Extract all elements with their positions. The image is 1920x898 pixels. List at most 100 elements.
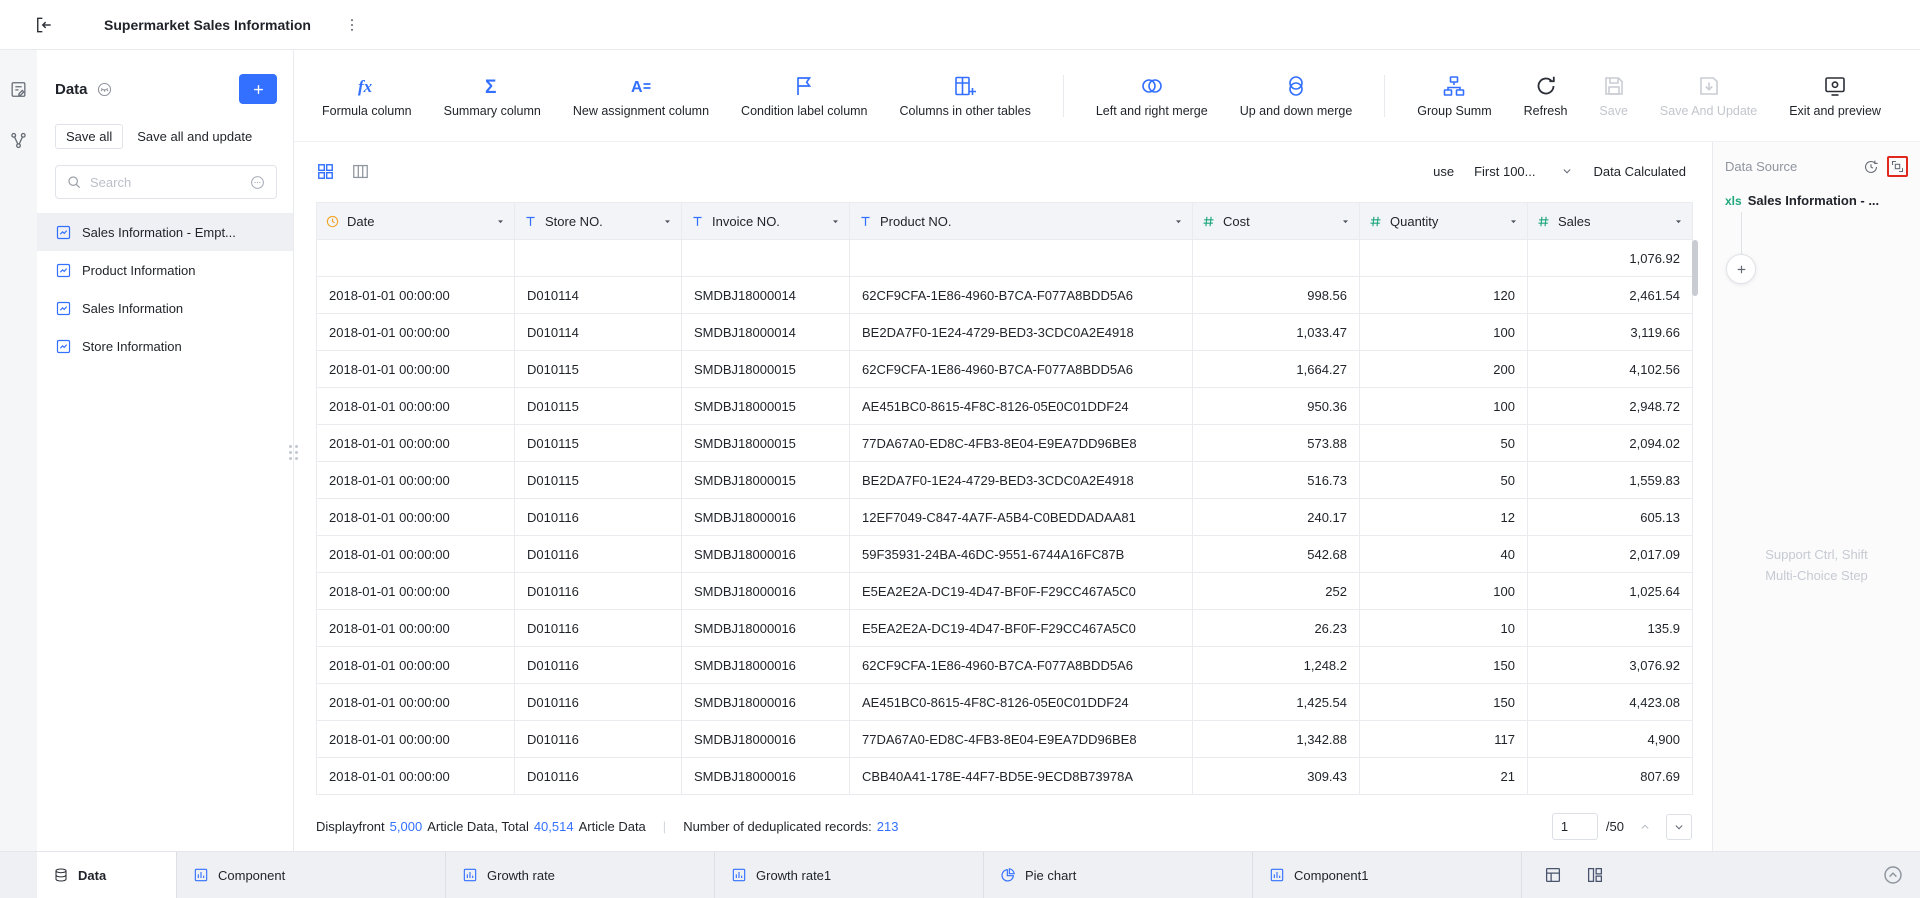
save-all-and-update-button[interactable]: Save all and update	[137, 129, 252, 144]
eye-off-icon[interactable]	[96, 81, 113, 98]
toolbar-button-left-and-right-merge[interactable]: Left and right merge	[1096, 74, 1208, 118]
table-cell: D010116	[514, 720, 682, 758]
column-header-quantity[interactable]: Quantity	[1359, 202, 1528, 240]
add-dataset-button[interactable]	[239, 74, 277, 104]
grid-view-icon[interactable]	[316, 162, 335, 181]
column-header-store-no[interactable]: Store NO.	[514, 202, 682, 240]
row-limit-dropdown[interactable]: First 100...	[1474, 164, 1573, 179]
toolbar-button-group-summ[interactable]: Group Summ	[1417, 74, 1492, 118]
toolbar-button-columns-in-other-tables[interactable]: Columns in other tables	[900, 74, 1031, 118]
tab-pie-chart[interactable]: Pie chart	[984, 852, 1253, 898]
sidebar-resize-handle[interactable]	[289, 445, 298, 468]
toolbar-button-up-and-down-merge[interactable]: Up and down merge	[1240, 74, 1352, 118]
toolbar-button-save[interactable]: Save	[1599, 74, 1628, 118]
table-row[interactable]: 2018-01-01 00:00:00 D010116 SMDBJ18000016 E…	[316, 572, 1693, 610]
column-header-product-no[interactable]: Product NO.	[849, 202, 1193, 240]
table-cell: 40	[1359, 535, 1528, 573]
column-header-cost[interactable]: Cost	[1192, 202, 1360, 240]
toolbar-button-condition-label-column[interactable]: Condition label column	[741, 74, 868, 118]
table-cell: D010115	[514, 424, 682, 462]
table-cell: D010116	[514, 683, 682, 721]
table-row[interactable]: 2018-01-01 00:00:00 D010116 SMDBJ18000016 1…	[316, 498, 1693, 536]
table-row[interactable]: 2018-01-01 00:00:00 D010114 SMDBJ18000014 B…	[316, 313, 1693, 351]
chevron-down-icon	[1560, 164, 1574, 178]
column-header-sales[interactable]: Sales	[1527, 202, 1693, 240]
history-icon[interactable]	[1863, 159, 1879, 175]
column-header-invoice-no[interactable]: Invoice NO.	[681, 202, 850, 240]
table-row[interactable]: 2018-01-01 00:00:00 D010115 SMDBJ18000015 A…	[316, 387, 1693, 425]
toolbar-button-label: Formula column	[322, 103, 412, 118]
table-row[interactable]: 2018-01-01 00:00:00 D010116 SMDBJ18000016 6…	[316, 646, 1693, 684]
sidebar-item-product-information[interactable]: Product Information	[37, 251, 293, 289]
table-row[interactable]: 2018-01-01 00:00:00 D010115 SMDBJ18000015 7…	[316, 424, 1693, 462]
plus-icon	[1735, 263, 1748, 276]
table-row[interactable]: 2018-01-01 00:00:00 D010115 SMDBJ18000015 B…	[316, 461, 1693, 499]
caret-down-icon	[1173, 216, 1184, 227]
toolbar-button-save-and-update[interactable]: Save And Update	[1660, 74, 1757, 118]
table-cell: E5EA2E2A-DC19-4D47-BF0F-F29CC467A5C0	[849, 572, 1193, 610]
table-row[interactable]: 2018-01-01 00:00:00 D010116 SMDBJ18000016 5…	[316, 535, 1693, 573]
table-body: 1,076.92 2018-01-01 00:00:00 D010114 SMDBJ1…	[316, 239, 1693, 795]
data-connection-icon[interactable]	[9, 131, 28, 150]
table-cell	[849, 239, 1193, 277]
tab-growth-rate[interactable]: Growth rate	[446, 852, 715, 898]
tab-data[interactable]: Data	[37, 852, 177, 898]
table-header-row: Date Store NO. Invoice NO. Product NO. Cost Q…	[316, 202, 1693, 240]
table-row[interactable]: 2018-01-01 00:00:00 D010114 SMDBJ18000014 6…	[316, 276, 1693, 314]
page-input[interactable]	[1551, 813, 1598, 840]
sidebar-item-store-information[interactable]: Store Information	[37, 327, 293, 365]
table-view-icon[interactable]	[351, 162, 370, 181]
edit-dataset-icon[interactable]	[9, 80, 28, 99]
toolbar-button-formula-column[interactable]: fx Formula column	[322, 74, 412, 118]
table-cell: D010116	[514, 646, 682, 684]
vertical-scrollbar[interactable]	[1692, 240, 1698, 296]
collapse-tabbar-icon[interactable]	[1882, 864, 1904, 886]
status-row: Displayfront 5,000 Article Data, Total 4…	[316, 813, 1692, 840]
toolbar-button-exit-and-preview[interactable]: Exit and preview	[1789, 74, 1881, 118]
new-dashboard-icon[interactable]	[1544, 866, 1562, 884]
svg-text:Σ: Σ	[485, 77, 496, 98]
layout-view-icon[interactable]	[1586, 866, 1604, 884]
save-update-icon	[1697, 74, 1721, 98]
add-data-source-button[interactable]	[1726, 254, 1756, 284]
use-label: use	[1433, 163, 1455, 179]
toolbar-button-label: Save	[1599, 103, 1628, 118]
table-cell: D010116	[514, 535, 682, 573]
search-input[interactable]	[90, 174, 241, 190]
table-row[interactable]: 2018-01-01 00:00:00 D010115 SMDBJ18000015 6…	[316, 350, 1693, 388]
text-icon	[858, 214, 873, 229]
main: fx Formula column Σ Summary column A New assi…	[294, 50, 1920, 851]
toolbar-button-summary-column[interactable]: Σ Summary column	[444, 74, 541, 118]
sidebar-item-sales-information-empt[interactable]: Sales Information - Empt...	[37, 213, 293, 251]
table-cell: SMDBJ18000015	[681, 387, 850, 425]
save-all-button[interactable]: Save all	[55, 124, 124, 149]
tab-growth-rate1[interactable]: Growth rate1	[715, 852, 984, 898]
column-label: Sales	[1558, 213, 1591, 229]
toolbar: fx Formula column Σ Summary column A New assi…	[294, 50, 1920, 142]
sidebar-item-sales-information[interactable]: Sales Information	[37, 289, 293, 327]
expand-icon[interactable]	[1890, 159, 1905, 174]
table-row[interactable]: 2018-01-01 00:00:00 D010116 SMDBJ18000016 C…	[316, 757, 1693, 795]
table-row[interactable]: 1,076.92	[316, 239, 1693, 277]
table-cell: D010116	[514, 572, 682, 610]
table-row[interactable]: 2018-01-01 00:00:00 D010116 SMDBJ18000016 A…	[316, 683, 1693, 721]
table-row[interactable]: 2018-01-01 00:00:00 D010116 SMDBJ18000016 E…	[316, 609, 1693, 647]
table-row[interactable]: 2018-01-01 00:00:00 D010116 SMDBJ18000016 7…	[316, 720, 1693, 758]
sidebar-item-label: Product Information	[82, 262, 196, 278]
dataset-list: Sales Information - Empt... Product Infor…	[37, 213, 293, 365]
column-header-date[interactable]: Date	[316, 202, 515, 240]
search-options-icon[interactable]	[249, 174, 266, 191]
table-cell: 2018-01-01 00:00:00	[316, 757, 515, 795]
table-cell: 2018-01-01 00:00:00	[316, 276, 515, 314]
data-source-item[interactable]: xls Sales Information - ...	[1725, 193, 1908, 208]
tab-component1[interactable]: Component1	[1253, 852, 1522, 898]
page-up-button[interactable]	[1632, 814, 1658, 840]
collapse-panel-icon[interactable]	[34, 15, 54, 35]
table-cell: 1,248.2	[1192, 646, 1360, 684]
toolbar-button-new-assignment-column[interactable]: A New assignment column	[573, 74, 709, 118]
more-menu-icon[interactable]	[343, 16, 361, 34]
tab-component[interactable]: Component	[177, 852, 446, 898]
page-down-button[interactable]	[1666, 813, 1692, 840]
toolbar-button-refresh[interactable]: Refresh	[1524, 74, 1567, 118]
clock-icon	[325, 214, 340, 229]
